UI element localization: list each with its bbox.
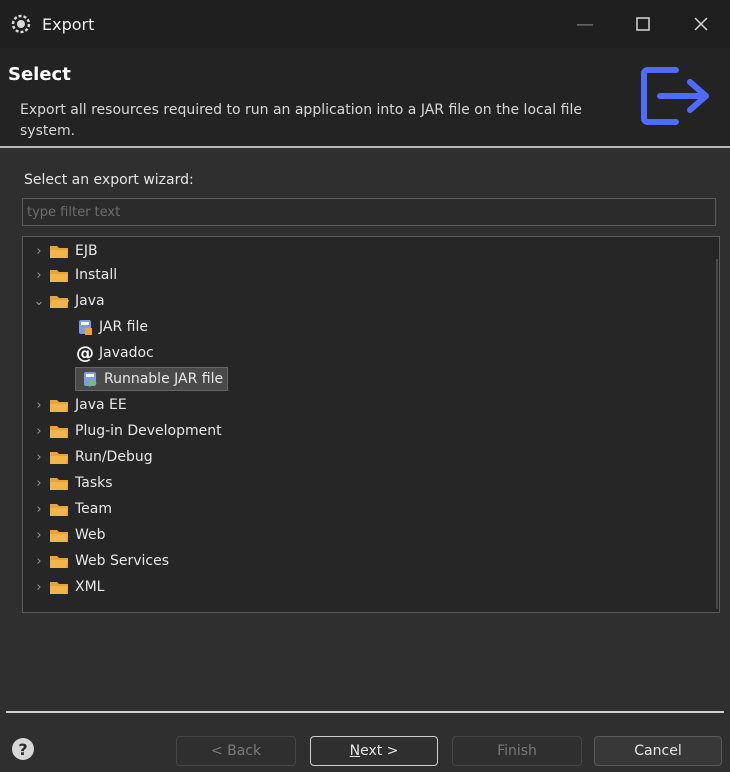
next-mnemonic: N [349,743,361,759]
chevron-right-icon[interactable]: › [31,528,47,543]
chevron-right-icon[interactable]: › [31,554,47,569]
tree-item-label: JAR file [99,319,148,335]
tree-item-java-ee[interactable]: › Java EE [31,393,127,417]
tree-item-plug-in-development[interactable]: › Plug-in Development [31,419,222,443]
runnable-jar-icon [80,369,100,389]
tree-item-label: Runnable JAR file [104,371,224,387]
chevron-right-icon[interactable]: › [31,580,47,595]
chevron-right-icon[interactable]: › [31,424,47,439]
finish-button[interactable]: Finish [452,736,582,766]
export-arrow-icon [640,64,720,128]
folder-icon [50,452,68,464]
folder-icon [50,478,68,490]
tree-item-label: Javadoc [99,345,154,361]
folder-icon [50,270,68,282]
tree-item-jar-file[interactable]: JAR file [75,315,148,339]
tree-item-label: Web [75,527,106,543]
tree-item-ejb[interactable]: › EJB [31,239,98,263]
window-controls: — [556,0,730,48]
chevron-right-icon[interactable]: › [31,450,47,465]
filter-input[interactable] [22,198,716,226]
jar-file-icon [75,317,95,337]
wizard-label: Select an export wizard: [24,172,194,188]
folder-icon [50,504,68,516]
tree-item-web[interactable]: › Web [31,523,106,547]
export-dialog: Export — Select Export all resources req… [0,0,730,772]
folder-icon [50,582,68,594]
folder-icon [50,556,68,568]
chevron-right-icon[interactable]: › [31,398,47,413]
tree-item-label: Tasks [75,475,113,491]
folder-icon [50,400,68,412]
tree-item-run-debug[interactable]: › Run/Debug [31,445,153,469]
javadoc-at-icon: @ [76,342,94,364]
tree-item-label: Java EE [75,397,127,413]
help-icon[interactable]: ? [12,738,34,760]
tree-item-label: Install [75,267,118,283]
tree-item-install[interactable]: › Install [31,263,117,287]
tree-item-javadoc[interactable]: @ Javadoc [75,341,154,365]
folder-icon [50,426,68,438]
back-button[interactable]: < Back [176,736,296,766]
tree-item-label: XML [75,579,105,595]
chevron-down-icon[interactable]: ⌄ [31,294,47,309]
folder-icon [50,246,68,258]
next-button[interactable]: Next > [310,736,438,766]
cancel-button[interactable]: Cancel [594,736,722,766]
tree-item-label: EJB [75,243,98,259]
minimize-icon[interactable]: — [556,0,614,48]
wizard-tree: › EJB › Install ⌄ Java JAR file @ Javado… [22,236,720,613]
tree-item-java[interactable]: ⌄ Java [31,289,105,313]
tree-item-web-services[interactable]: › Web Services [31,549,169,573]
window-title: Export [42,14,95,34]
chevron-right-icon[interactable]: › [31,476,47,491]
footer-divider [6,711,724,713]
tree-scrollbar[interactable] [716,259,718,609]
close-icon[interactable] [672,0,730,48]
tree-item-label: Web Services [75,553,170,569]
next-label: ext > [360,743,399,759]
chevron-right-icon[interactable]: › [31,244,47,259]
tree-item-label: Team [75,501,113,517]
tree-item-team[interactable]: › Team [31,497,112,521]
tree-item-xml[interactable]: › XML [31,575,104,599]
title-bar: Export — [0,0,730,49]
chevron-right-icon[interactable]: › [31,268,47,283]
tree-item-label: Plug-in Development [75,423,222,439]
eclipse-gear-icon [10,13,32,35]
chevron-right-icon[interactable]: › [31,502,47,517]
page-description: Export all resources required to run an … [20,102,582,139]
tree-item-tasks[interactable]: › Tasks [31,471,113,495]
tree-item-runnable-jar-file[interactable]: Runnable JAR file [75,367,229,391]
tree-item-label: Run/Debug [75,449,153,465]
wizard-header: Select Export all resources required to … [0,48,730,148]
maximize-icon[interactable] [614,0,672,48]
tree-item-label: Java [75,293,105,309]
page-title: Select [8,64,71,85]
folder-open-icon [50,296,69,308]
folder-icon [50,530,68,542]
